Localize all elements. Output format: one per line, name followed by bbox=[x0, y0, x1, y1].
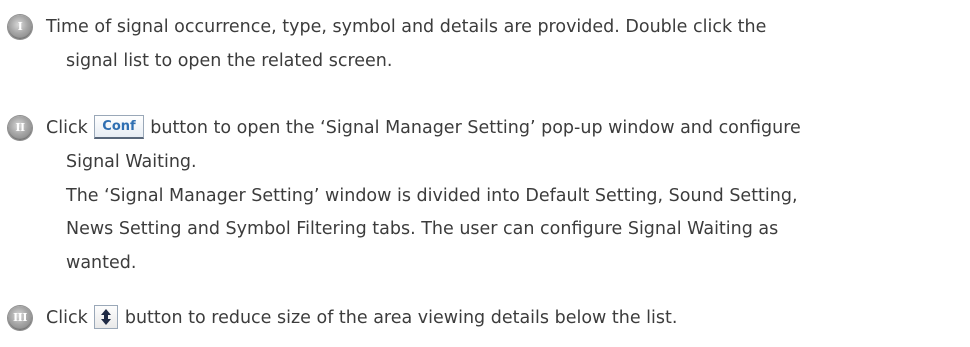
item-2-line-2: Signal Waiting. bbox=[66, 152, 197, 172]
item-3-line-1-text: button to reduce size of the area viewin… bbox=[124, 308, 678, 328]
roman-numeral-3-icon: III bbox=[8, 306, 32, 330]
roman-numeral-1-icon: I bbox=[8, 15, 32, 39]
item-2-line-1: Click Conf button to open the ‘Signal Ma… bbox=[46, 114, 801, 140]
item-2-line-3: The ‘Signal Manager Setting’ window is d… bbox=[66, 186, 798, 206]
item-3-click-text: Click bbox=[46, 308, 88, 328]
roman-numeral-2-icon: II bbox=[8, 116, 32, 140]
item-2-line-1-text: button to open the ‘Signal Manager Setti… bbox=[150, 118, 801, 138]
item-3-line-1: Click button to reduce size of the area … bbox=[46, 304, 678, 330]
resize-button[interactable] bbox=[94, 304, 119, 329]
item-2-line-4: News Setting and Symbol Filtering tabs. … bbox=[66, 219, 779, 239]
item-1-line-1: Time of signal occurrence, type, symbol … bbox=[46, 17, 767, 37]
item-2-click-text: Click bbox=[46, 118, 88, 138]
item-2-line-5: wanted. bbox=[66, 253, 137, 273]
item-1-line-2: signal list to open the related screen. bbox=[66, 51, 393, 71]
conf-button[interactable]: Conf bbox=[94, 114, 144, 139]
up-down-arrow-icon bbox=[101, 308, 112, 325]
